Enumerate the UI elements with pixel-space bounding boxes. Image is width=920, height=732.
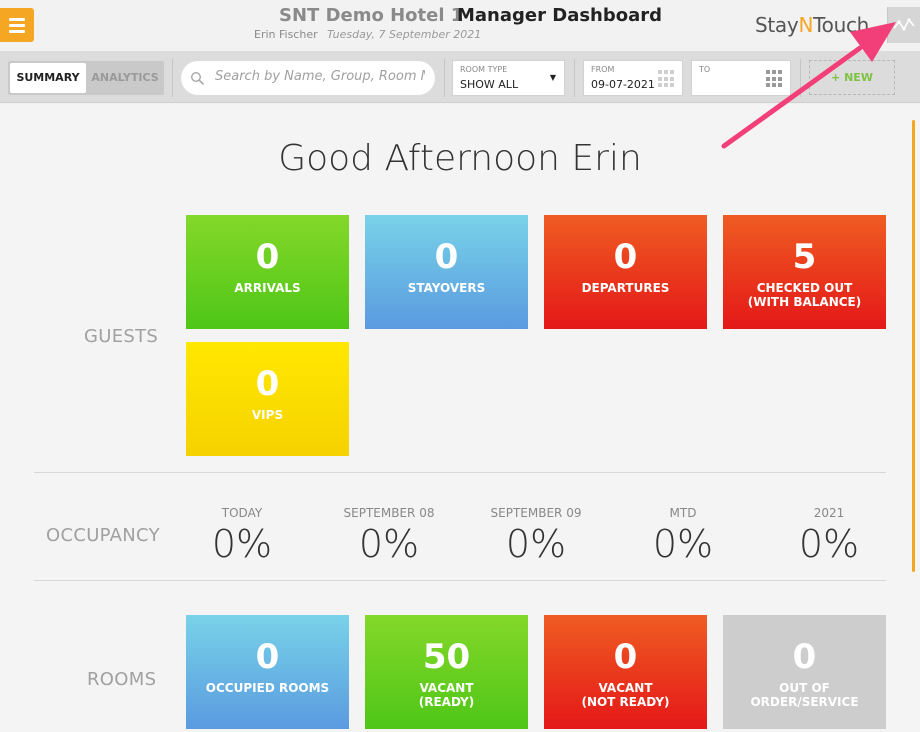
search-icon: [190, 71, 204, 85]
section-label-rooms: ROOMS: [87, 669, 157, 690]
tile-label: OUT OF ORDER/SERVICE: [750, 681, 859, 709]
caret-down-icon: ▼: [549, 73, 556, 82]
stayovers-tile[interactable]: 0 STAYOVERS: [365, 215, 528, 329]
occupied-rooms-tile[interactable]: 0 OCCUPIED ROOMS: [186, 615, 349, 729]
page-title: Manager Dashboard: [457, 5, 663, 26]
search-box[interactable]: [181, 61, 435, 95]
occupancy-value: 0%: [505, 522, 567, 566]
filter-toolbar: SUMMARY ANALYTICS ROOM TYPE SHOW ALL ▼ F…: [0, 51, 920, 103]
from-value: 09-07-2021: [591, 78, 655, 91]
occupancy-sep-09: SEPTEMBER 09 0%: [466, 506, 606, 566]
arrivals-tile[interactable]: 0 ARRIVALS: [186, 215, 349, 329]
tile-label: CHECKED OUT (WITH BALANCE): [747, 281, 862, 309]
search-input[interactable]: [215, 69, 425, 84]
tile-label: VACANT (READY): [418, 681, 475, 709]
occupancy-mtd: MTD 0%: [613, 506, 753, 566]
tile-value: 0: [613, 237, 638, 277]
occupancy-label: 2021: [813, 506, 845, 520]
tile-value: 0: [434, 237, 459, 277]
hotel-name: SNT Demo Hotel 1: [279, 5, 464, 26]
room-type-value: SHOW ALL: [460, 78, 519, 91]
staynt-logo: StayNTouch: [755, 13, 870, 37]
section-label-occupancy: OCCUPANCY: [46, 525, 160, 546]
occupancy-year: 2021 0%: [759, 506, 899, 566]
activity-button[interactable]: [887, 7, 920, 43]
room-type-label: ROOM TYPE: [460, 65, 508, 74]
occupancy-value: 0%: [798, 522, 860, 566]
user-name: Erin Fischer: [254, 28, 318, 41]
to-date-field[interactable]: TO: [691, 60, 791, 96]
tile-value: 0: [792, 637, 817, 677]
occupancy-label: TODAY: [221, 506, 263, 520]
occupancy-value: 0%: [358, 522, 420, 566]
occupancy-value: 0%: [211, 522, 273, 566]
divider: [444, 59, 445, 97]
greeting: Good Afternoon Erin: [278, 138, 642, 179]
divider: [800, 59, 801, 97]
vacant-not-ready-tile[interactable]: 0 VACANT (NOT READY): [544, 615, 707, 729]
room-type-select[interactable]: ROOM TYPE SHOW ALL ▼: [452, 60, 565, 96]
tab-analytics[interactable]: ANALYTICS: [88, 63, 162, 93]
tile-label: OCCUPIED ROOMS: [205, 681, 330, 695]
tile-label: VACANT (NOT READY): [581, 681, 670, 709]
tile-label: STAYOVERS: [407, 281, 486, 295]
tile-value: 5: [792, 237, 817, 277]
header-bar: SNT Demo Hotel 1 Manager Dashboard Erin …: [0, 0, 920, 48]
menu-button[interactable]: [0, 8, 34, 42]
occupancy-label: MTD: [669, 506, 697, 520]
out-of-order-tile[interactable]: 0 OUT OF ORDER/SERVICE: [723, 615, 886, 729]
occupancy-value: 0%: [652, 522, 714, 566]
hamburger-icon: [9, 18, 25, 21]
tile-value: 0: [613, 637, 638, 677]
view-toggle: SUMMARY ANALYTICS: [8, 61, 164, 95]
section-label-guests: GUESTS: [84, 326, 159, 347]
to-label: TO: [699, 65, 711, 74]
section-divider: [34, 580, 886, 581]
occupancy-label: SEPTEMBER 09: [490, 506, 582, 520]
tile-value: 0: [255, 637, 280, 677]
calendar-icon: [766, 70, 784, 88]
tile-value: 0: [255, 364, 280, 404]
add-new-button[interactable]: + NEW: [809, 60, 895, 95]
section-divider: [34, 472, 886, 473]
activity-line-icon: [893, 18, 915, 31]
from-label: FROM: [591, 65, 615, 74]
occupancy-sep-08: SEPTEMBER 08 0%: [319, 506, 459, 566]
scrollbar[interactable]: [912, 120, 915, 572]
divider: [574, 59, 575, 97]
checked-out-tile[interactable]: 5 CHECKED OUT (WITH BALANCE): [723, 215, 886, 329]
tile-label: VIPS: [251, 408, 284, 422]
dashboard-content: Good Afternoon Erin GUESTS 0 ARRIVALS 0 …: [0, 104, 920, 732]
vips-tile[interactable]: 0 VIPS: [186, 342, 349, 456]
divider: [172, 59, 173, 97]
tile-value: 50: [422, 637, 471, 677]
tab-summary[interactable]: SUMMARY: [10, 63, 86, 93]
from-date-field[interactable]: FROM 09-07-2021: [583, 60, 683, 96]
business-date: Tuesday, 7 September 2021: [327, 28, 482, 41]
vacant-ready-tile[interactable]: 50 VACANT (READY): [365, 615, 528, 729]
calendar-icon: [658, 70, 676, 88]
occupancy-label: SEPTEMBER 08: [343, 506, 435, 520]
occupancy-today: TODAY 0%: [172, 506, 312, 566]
tile-label: DEPARTURES: [581, 281, 670, 295]
tile-value: 0: [255, 237, 280, 277]
tile-label: ARRIVALS: [234, 281, 301, 295]
departures-tile[interactable]: 0 DEPARTURES: [544, 215, 707, 329]
